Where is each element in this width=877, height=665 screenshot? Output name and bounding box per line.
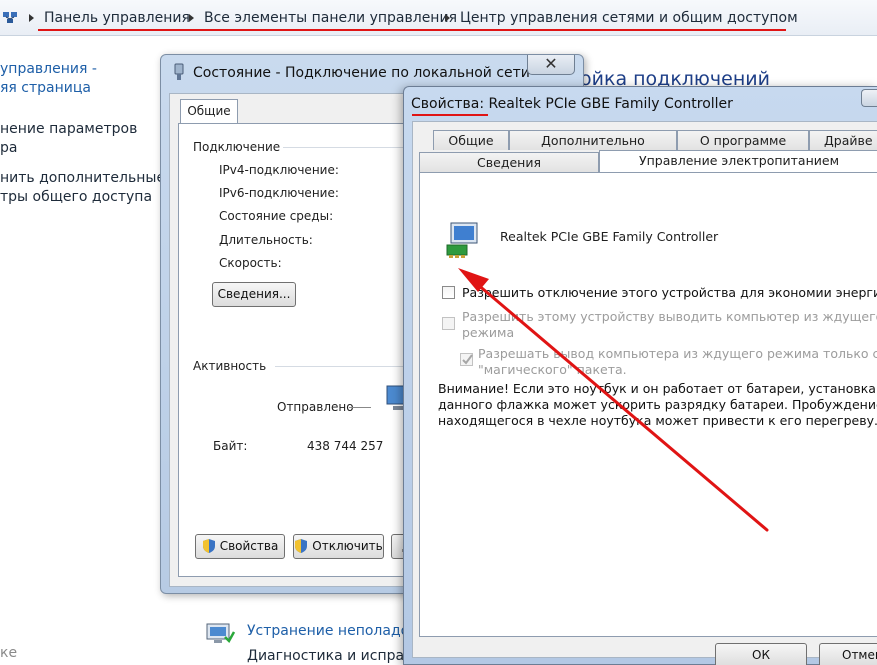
- breadcrumb-arrow-icon[interactable]: [445, 14, 450, 22]
- shield-icon: [202, 538, 215, 553]
- left-item-sharing-2[interactable]: тры общего доступа: [0, 189, 152, 205]
- media-state-label: Состояние среды:: [219, 209, 334, 223]
- duration-label: Длительность:: [219, 233, 313, 247]
- properties-button[interactable]: Свойства: [195, 534, 285, 559]
- bytes-label: Байт:: [213, 439, 248, 453]
- tab-general[interactable]: Общие: [180, 99, 238, 124]
- ok-button[interactable]: ОК: [715, 643, 807, 665]
- connection-group-label: Подключение: [193, 140, 281, 154]
- magic-packet-label: Разрешать вывод компьютера из ждущего ре…: [478, 346, 877, 361]
- tab-driver[interactable]: Драйве: [809, 130, 877, 150]
- warning-text-2: данного флажка может ускорить разрядку б…: [438, 397, 877, 412]
- left-item-adapter-2[interactable]: ра: [0, 140, 17, 156]
- magic-packet-label-2: "магического" пакета.: [478, 362, 627, 377]
- annotation-underline: [38, 29, 786, 31]
- properties-window-body: Общие Дополнительно О программе Драйве С…: [412, 121, 877, 665]
- ipv6-label: IPv6-подключение:: [219, 186, 339, 200]
- network-adapter-icon: [446, 222, 478, 258]
- tab-power-management[interactable]: Управление электропитанием: [599, 150, 877, 173]
- warning-text-3: находящегося в чехле ноутбука может прив…: [438, 413, 877, 428]
- network-icon: [3, 12, 17, 23]
- breadcrumb-arrow-icon[interactable]: [189, 14, 194, 22]
- breadcrumb-item-control-panel[interactable]: Панель управления: [44, 10, 190, 26]
- tab-about[interactable]: О программе: [677, 130, 809, 150]
- speed-label: Скорость:: [219, 256, 282, 270]
- breadcrumb-item-all-items[interactable]: Все элементы панели управления: [204, 10, 457, 26]
- close-icon: ✕: [544, 54, 558, 73]
- tab-details[interactable]: Сведения: [419, 152, 599, 172]
- annotation-underline: [412, 114, 488, 116]
- allow-wake-label-2: режима: [462, 325, 515, 340]
- left-link-home[interactable]: управления -: [0, 61, 97, 77]
- details-button[interactable]: Сведения...: [212, 282, 296, 307]
- close-button[interactable]: ✕: [527, 55, 575, 75]
- properties-button-label: Свойства: [219, 539, 279, 553]
- left-item-sharing[interactable]: нить дополнительные: [0, 170, 165, 186]
- allow-power-off-label[interactable]: Разрешить отключение этого устройства дл…: [462, 285, 877, 300]
- checkmark-icon: [462, 354, 473, 365]
- network-adapter-icon: [174, 63, 184, 80]
- left-item-bottom: ке: [0, 645, 18, 661]
- properties-window-title: Свойства: Realtek PCIe GBE Family Contro…: [411, 96, 733, 112]
- breadcrumb-item-network-center[interactable]: Центр управления сетями и общим доступом: [460, 10, 798, 26]
- ipv4-label: IPv4-подключение:: [219, 163, 339, 177]
- properties-window[interactable]: Свойства: Realtek PCIe GBE Family Contro…: [403, 86, 877, 665]
- allow-wake-checkbox[interactable]: [442, 317, 455, 330]
- cancel-button[interactable]: Отмен: [819, 643, 877, 665]
- left-pane: управления - яя страница нение параметро…: [0, 37, 165, 665]
- tab-general[interactable]: Общие: [433, 130, 509, 150]
- device-name: Realtek PCIe GBE Family Controller: [500, 229, 719, 244]
- window-control-button[interactable]: [861, 89, 877, 107]
- disable-button-label: Отключить: [312, 539, 383, 553]
- power-management-panel: Realtek PCIe GBE Family Controller Разре…: [419, 172, 877, 637]
- sent-dash: [349, 407, 371, 408]
- left-link-home-2[interactable]: яя страница: [0, 80, 91, 96]
- troubleshoot-link[interactable]: Устранение неполадок: [247, 623, 418, 639]
- status-window-title: Состояние - Подключение по локальной сет…: [193, 65, 530, 81]
- bytes-sent-value: 438 744 257: [307, 439, 384, 453]
- breadcrumb-arrow-icon[interactable]: [29, 14, 34, 22]
- left-item-adapter[interactable]: нение параметров: [0, 121, 137, 137]
- troubleshoot-icon: [206, 623, 235, 644]
- shield-icon: [295, 538, 308, 553]
- warning-text: Внимание! Если это ноутбук и он работает…: [438, 381, 876, 396]
- disable-button[interactable]: Отключить: [293, 534, 384, 559]
- magic-packet-checkbox[interactable]: [460, 353, 473, 366]
- allow-wake-label: Разрешить этому устройству выводить комп…: [462, 309, 877, 324]
- tab-advanced[interactable]: Дополнительно: [509, 130, 677, 150]
- sent-label: Отправлено: [277, 400, 354, 414]
- activity-group-label: Активность: [193, 359, 267, 373]
- allow-power-off-checkbox[interactable]: [442, 286, 455, 299]
